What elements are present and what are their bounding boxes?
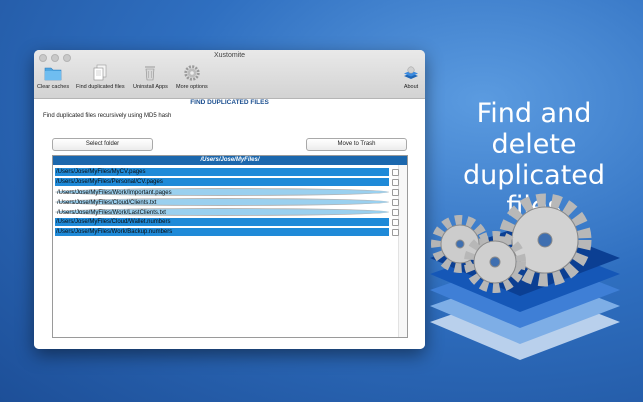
toolbar-label: Clear caches	[37, 84, 70, 90]
documents-icon	[91, 64, 109, 82]
app-icon	[402, 64, 420, 82]
page-title: FIND DUPLICATED FILES	[190, 99, 269, 106]
file-path: /Users/Jose/MyFiles/MyCV.pages	[55, 168, 389, 176]
file-path: /Users/Jose/MyFiles/Work/Important.pages	[55, 188, 389, 196]
toolbar-uninstall-apps-button[interactable]: Uninstall Apps	[133, 64, 168, 90]
toolbar-clear-caches-button[interactable]: Clear caches	[37, 64, 69, 90]
file-path: /Users/Jose/MyFiles/Work/LastClients.txt	[55, 208, 389, 216]
toolbar-label: Find duplicated files	[76, 84, 125, 90]
select-checkbox[interactable]	[392, 169, 399, 176]
scrollbar[interactable]	[398, 165, 407, 337]
toolbar-label: More options	[176, 84, 208, 90]
toolbar-label: About	[403, 84, 419, 90]
description-text: Find duplicated files recursively using …	[43, 113, 172, 119]
select-checkbox[interactable]	[392, 199, 399, 206]
folder-icon	[44, 64, 62, 82]
gears-layers-illustration	[420, 182, 635, 372]
select-folder-button[interactable]: Select folder	[52, 138, 153, 151]
select-checkbox[interactable]	[392, 189, 399, 196]
file-path: /Users/Jose/MyFiles/Cloud/Clients.txt	[55, 198, 389, 206]
file-path: /Users/Jose/MyFiles/Cloud/Wallet.numbers	[55, 218, 389, 226]
gear-icon	[183, 64, 201, 82]
window-title: Xustomite	[213, 52, 246, 59]
move-to-trash-button[interactable]: Move to Trash	[306, 138, 407, 151]
select-checkbox[interactable]	[392, 179, 399, 186]
toolbar: Xustomite Clear caches Find duplicated f…	[34, 50, 425, 99]
app-window: Xustomite Clear caches Find duplicated f…	[34, 50, 425, 349]
select-checkbox[interactable]	[392, 219, 399, 226]
results-list: /Users/Jose/MyFiles/ /Users/Jose/MyFiles…	[52, 155, 408, 338]
toolbar-label: Uninstall Apps	[133, 84, 168, 90]
folder-path-header: /Users/Jose/MyFiles/	[53, 156, 407, 165]
toolbar-find-duplicates-button[interactable]: Find duplicated files	[76, 64, 125, 90]
toolbar-more-options-button[interactable]: More options	[176, 64, 208, 90]
promo-line-1: Find and delete	[476, 98, 592, 160]
toolbar-about-button[interactable]: About	[402, 64, 420, 90]
select-checkbox[interactable]	[392, 229, 399, 236]
file-path: /Users/Jose/MyFiles/Personal/CV.pages	[55, 178, 389, 186]
trash-icon	[141, 64, 159, 82]
file-path: /Users/Jose/MyFiles/Work/Backup.numbers	[55, 228, 389, 236]
select-checkbox[interactable]	[392, 209, 399, 216]
